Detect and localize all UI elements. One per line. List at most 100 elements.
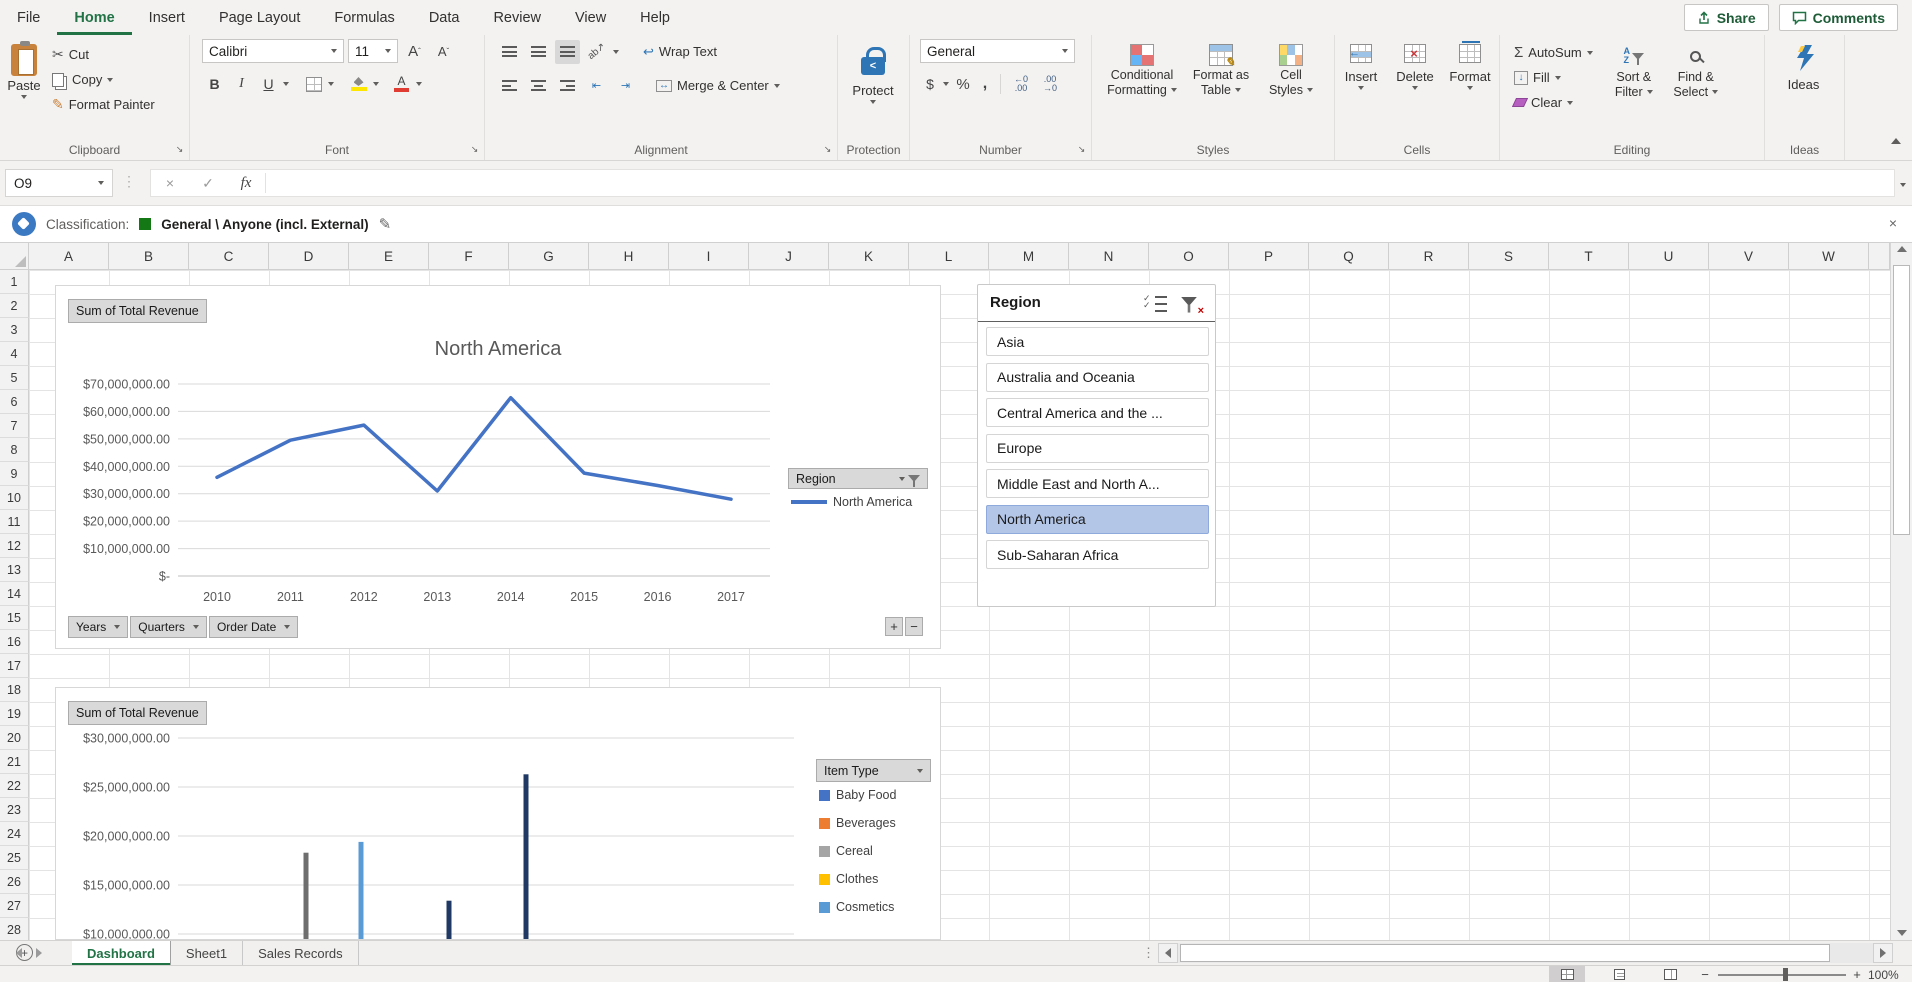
insert-cells-button[interactable]: ← Insert (1336, 39, 1386, 135)
legend-field-button-region[interactable]: Region (788, 468, 928, 489)
sheet-tab-dashboard[interactable]: Dashboard (72, 941, 171, 965)
slicer-item-middle-east-and-north-a[interactable]: Middle East and North A... (986, 469, 1209, 498)
scroll-down-arrow[interactable] (1891, 930, 1912, 936)
row-header-19[interactable]: 19 (0, 702, 29, 726)
conditional-formatting-button[interactable]: Conditional Formatting (1104, 39, 1180, 135)
select-all-corner[interactable] (0, 243, 29, 270)
close-classification-icon[interactable]: × (1884, 215, 1902, 231)
chevron-down-icon[interactable] (328, 82, 334, 86)
fill-color-button[interactable] (346, 72, 371, 96)
align-top-button[interactable] (497, 40, 522, 64)
increase-indent-button[interactable]: ⇥ (613, 74, 638, 98)
accounting-format-button[interactable]: $ (920, 72, 940, 96)
number-format-combo[interactable]: General (920, 39, 1075, 63)
column-header-c[interactable]: C (189, 243, 269, 270)
column-header-b[interactable]: B (109, 243, 189, 270)
tab-bar-splitter[interactable]: ⋮ (1142, 945, 1155, 961)
column-header-w[interactable]: W (1789, 243, 1869, 270)
align-left-button[interactable] (497, 74, 522, 98)
column-header-f[interactable]: F (429, 243, 509, 270)
ideas-button[interactable]: Ideas (1774, 39, 1834, 135)
scroll-right-arrow[interactable] (1873, 943, 1893, 963)
column-header-u[interactable]: U (1629, 243, 1709, 270)
chevron-down-icon[interactable] (416, 82, 422, 86)
font-size-combo[interactable]: 11 (348, 39, 398, 63)
copy-button[interactable]: Copy (48, 67, 159, 92)
align-right-button[interactable] (555, 74, 580, 98)
column-header-m[interactable]: M (989, 243, 1069, 270)
ribbon-tab-review[interactable]: Review (476, 0, 558, 35)
font-name-combo[interactable]: Calibri (202, 39, 344, 63)
row-header-16[interactable]: 16 (0, 630, 29, 654)
comments-button[interactable]: Comments (1779, 4, 1898, 31)
chevron-down-icon[interactable] (613, 50, 619, 54)
page-break-view-button[interactable] (1652, 966, 1688, 982)
increase-font-size-button[interactable]: Aˆ (402, 39, 427, 63)
dialog-launcher-icon[interactable]: ↘ (1075, 143, 1088, 156)
row-header-15[interactable]: 15 (0, 606, 29, 630)
merge-center-button[interactable]: ↔Merge & Center (656, 73, 780, 98)
clear-filter-icon[interactable]: × (1179, 293, 1203, 315)
pivot-field-button-years[interactable]: Years (68, 616, 128, 638)
column-header-e[interactable]: E (349, 243, 429, 270)
column-header-a[interactable]: A (29, 243, 109, 270)
zoom-in-button[interactable]: + (1850, 967, 1864, 982)
ribbon-tab-data[interactable]: Data (412, 0, 477, 35)
bar-chart-item-type[interactable]: $30,000,000.00$25,000,000.00$20,000,000.… (55, 687, 941, 940)
fill-button[interactable]: ↓Fill (1510, 65, 1597, 90)
normal-view-button[interactable] (1549, 966, 1585, 982)
cut-button[interactable]: ✂Cut (48, 42, 159, 67)
row-header-3[interactable]: 3 (0, 318, 29, 342)
expand-formula-bar-button[interactable] (1900, 175, 1906, 190)
column-header-p[interactable]: P (1229, 243, 1309, 270)
sheet-tab-sheet1[interactable]: Sheet1 (171, 941, 243, 965)
ribbon-tab-insert[interactable]: Insert (132, 0, 202, 35)
column-header-r[interactable]: R (1389, 243, 1469, 270)
ribbon-tab-page-layout[interactable]: Page Layout (202, 0, 317, 35)
autosum-button[interactable]: ΣAutoSum (1510, 40, 1597, 65)
slicer-item-europe[interactable]: Europe (986, 434, 1209, 463)
pivot-field-button-quarters[interactable]: Quarters (130, 616, 207, 638)
zoom-slider-track[interactable] (1718, 974, 1846, 976)
format-cells-button[interactable]: Format (1444, 39, 1496, 135)
collapse-ribbon-button[interactable] (1888, 133, 1904, 149)
format-as-table-button[interactable]: ✎ Format as Table (1186, 39, 1256, 135)
legend-field-button-item-type[interactable]: Item Type (816, 759, 931, 782)
column-header-q[interactable]: Q (1309, 243, 1389, 270)
cancel-icon[interactable]: × (151, 175, 189, 191)
row-header-18[interactable]: 18 (0, 678, 29, 702)
ribbon-tab-help[interactable]: Help (623, 0, 687, 35)
borders-button[interactable] (301, 72, 326, 96)
column-header-v[interactable]: V (1709, 243, 1789, 270)
enter-icon[interactable]: ✓ (189, 175, 227, 192)
protect-button[interactable]: < Protect (838, 39, 908, 135)
row-header-9[interactable]: 9 (0, 462, 29, 486)
zoom-level[interactable]: 100% (1868, 968, 1899, 982)
expand-entire-field-button[interactable]: + (885, 617, 903, 636)
prev-sheet-arrow[interactable] (16, 948, 22, 958)
row-header-5[interactable]: 5 (0, 366, 29, 390)
comma-style-button[interactable]: , (977, 72, 993, 96)
column-header-s[interactable]: S (1469, 243, 1549, 270)
column-header-n[interactable]: N (1069, 243, 1149, 270)
row-header-17[interactable]: 17 (0, 654, 29, 678)
column-header-g[interactable]: G (509, 243, 589, 270)
column-header-l[interactable]: L (909, 243, 989, 270)
row-header-23[interactable]: 23 (0, 798, 29, 822)
decrease-font-size-button[interactable]: Aˇ (431, 39, 456, 63)
row-header-20[interactable]: 20 (0, 726, 29, 750)
find-select-button[interactable]: Find & Select (1665, 39, 1727, 135)
decrease-decimal-button[interactable]: .00 →0 (1037, 72, 1063, 96)
collapse-entire-field-button[interactable]: − (905, 617, 923, 636)
name-box[interactable]: O9 (5, 169, 113, 197)
pivot-field-button-order-date[interactable]: Order Date (209, 616, 298, 638)
formula-bar-splitter[interactable]: ⋮ (122, 173, 136, 190)
zoom-out-button[interactable]: − (1698, 967, 1712, 982)
row-header-2[interactable]: 2 (0, 294, 29, 318)
paste-button[interactable]: Paste (0, 39, 48, 135)
row-header-6[interactable]: 6 (0, 390, 29, 414)
insert-function-icon[interactable]: fx (227, 175, 265, 192)
slicer-item-sub-saharan-africa[interactable]: Sub-Saharan Africa (986, 540, 1209, 569)
italic-button[interactable]: I (229, 72, 254, 96)
scroll-left-arrow[interactable] (1158, 943, 1178, 963)
